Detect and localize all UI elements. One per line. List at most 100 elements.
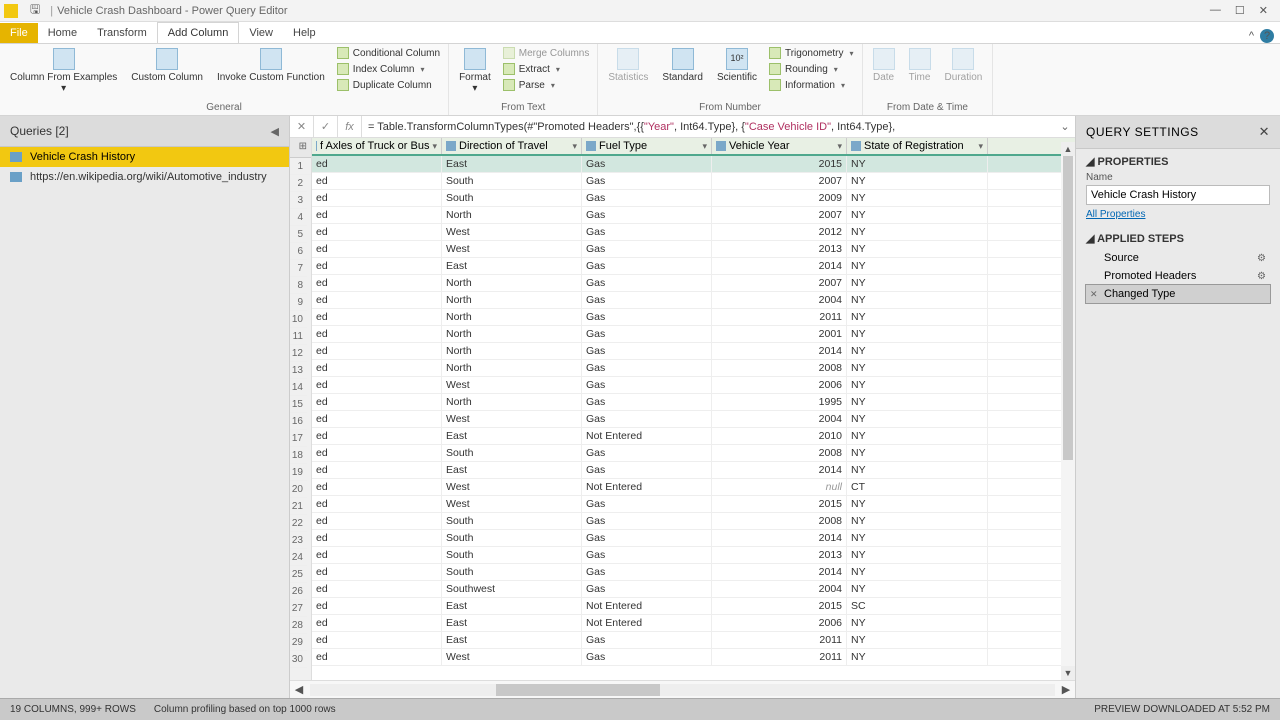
table-row[interactable]: edSouthwestGas2004NY [312,581,1075,598]
table-row[interactable]: edWestGas2012NY [312,224,1075,241]
table-row[interactable]: edSouthGas2008NY [312,445,1075,462]
close-button[interactable]: ✕ [1259,4,1268,17]
filter-icon[interactable]: ▾ [572,141,577,152]
duplicate-column-button[interactable]: Duplicate Column [335,78,442,92]
scroll-right-icon[interactable]: ▶ [1057,683,1075,696]
column-header-axles[interactable]: f Axles of Truck or Bus▾ [312,138,442,154]
table-row[interactable]: edEastNot Entered2015SC [312,598,1075,615]
maximize-button[interactable]: ☐ [1235,4,1245,17]
vertical-scrollbar[interactable]: ▲ ▼ [1061,156,1075,680]
scrollbar-thumb[interactable] [1063,156,1073,460]
table-row[interactable]: edSouthGas2014NY [312,564,1075,581]
scroll-up-icon[interactable]: ▲ [1061,142,1075,156]
table-row[interactable]: edNorthGas1995NY [312,394,1075,411]
table-row[interactable]: edNorthGas2007NY [312,207,1075,224]
table-row[interactable]: edEastNot Entered2006NY [312,615,1075,632]
minimize-button[interactable]: — [1210,4,1221,17]
column-header-direction[interactable]: Direction of Travel▾ [442,138,582,154]
query-name-input[interactable] [1086,185,1270,205]
table-row[interactable]: edEastGas2011NY [312,632,1075,649]
formula-cancel-icon[interactable]: ✕ [290,116,314,137]
table-row[interactable]: edWestGas2015NY [312,496,1075,513]
table-row[interactable]: edNorthGas2008NY [312,360,1075,377]
close-icon[interactable]: ✕ [1259,124,1270,140]
table-row[interactable]: edSouthGas2009NY [312,190,1075,207]
scroll-left-icon[interactable]: ◀ [290,683,308,696]
table-row[interactable]: edNorthGas2014NY [312,343,1075,360]
formula-dropdown-icon[interactable]: ⌄ [1055,120,1075,133]
tab-add-column[interactable]: Add Column [157,22,240,43]
trigonometry-button[interactable]: Trigonometry▾ [767,46,856,60]
table-row[interactable]: edEastGas2014NY [312,258,1075,275]
applied-step[interactable]: Source⚙ [1086,249,1270,267]
all-properties-link[interactable]: All Properties [1086,209,1145,220]
column-header-year[interactable]: Vehicle Year▾ [712,138,847,154]
scrollbar-thumb[interactable] [496,684,660,696]
help-icon[interactable]: ? [1260,29,1274,43]
date-button: Date [869,46,899,85]
table-row[interactable]: edWestGas2006NY [312,377,1075,394]
tab-transform[interactable]: Transform [87,23,157,43]
applied-step[interactable]: Changed Type [1086,285,1270,303]
parse-button[interactable]: Parse▾ [501,78,592,92]
table-row[interactable]: edWestGas2004NY [312,411,1075,428]
table-corner-icon[interactable]: ⊞ [290,138,311,158]
standard-button[interactable]: Standard [658,46,707,85]
invoke-custom-function-button[interactable]: Invoke Custom Function [213,46,329,85]
filter-icon[interactable]: ▾ [978,141,983,152]
column-from-examples-button[interactable]: Column From Examples▾ [6,46,121,96]
index-column-button[interactable]: Index Column▾ [335,62,442,76]
status-columns-rows: 19 COLUMNS, 999+ ROWS [10,704,136,715]
gear-icon[interactable]: ⚙ [1257,271,1266,282]
status-profiling: Column profiling based on top 1000 rows [154,704,336,715]
table-row[interactable]: edSouthGas2008NY [312,513,1075,530]
table-row[interactable]: edNorthGas2004NY [312,292,1075,309]
table-row[interactable]: edEastNot Entered2010NY [312,428,1075,445]
formula-bar[interactable]: = Table.TransformColumnTypes(#"Promoted … [362,120,1055,133]
custom-column-button[interactable]: Custom Column [127,46,207,85]
information-button[interactable]: Information▾ [767,78,856,92]
table-body[interactable]: edEastGas2015NYedSouthGas2007NYedSouthGa… [312,156,1075,666]
status-bar: 19 COLUMNS, 999+ ROWS Column profiling b… [0,698,1280,720]
gear-icon[interactable]: ⚙ [1257,253,1266,264]
formula-fx-icon[interactable]: fx [338,116,362,137]
query-item[interactable]: https://en.wikipedia.org/wiki/Automotive… [0,167,289,187]
conditional-column-button[interactable]: Conditional Column [335,46,442,60]
table-row[interactable]: edWestGas2013NY [312,241,1075,258]
duration-button: Duration [941,46,987,85]
tab-view[interactable]: View [239,23,283,43]
tab-help[interactable]: Help [283,23,326,43]
table-row[interactable]: edSouthGas2014NY [312,530,1075,547]
table-row[interactable]: edWestGas2011NY [312,649,1075,666]
table-row[interactable]: edNorthGas2007NY [312,275,1075,292]
table-icon [10,172,22,182]
applied-step[interactable]: Promoted Headers⚙ [1086,267,1270,285]
tab-home[interactable]: Home [38,23,87,43]
table-row[interactable]: edWestNot EnterednullCT [312,479,1075,496]
filter-icon[interactable]: ▾ [702,141,707,152]
horizontal-scrollbar[interactable]: ◀ ▶ [290,680,1075,698]
table-row[interactable]: edSouthGas2013NY [312,547,1075,564]
column-header-fuel[interactable]: Fuel Type▾ [582,138,712,154]
table-row[interactable]: edNorthGas2011NY [312,309,1075,326]
format-button[interactable]: Format▾ [455,46,495,96]
filter-icon[interactable]: ▾ [432,141,437,152]
column-header-state[interactable]: State of Registration▾ [847,138,988,154]
table-row[interactable]: edEastGas2014NY [312,462,1075,479]
extract-button[interactable]: Extract▾ [501,62,592,76]
rounding-button[interactable]: Rounding▾ [767,62,856,76]
scroll-down-icon[interactable]: ▼ [1061,666,1075,680]
query-item[interactable]: Vehicle Crash History [0,147,289,167]
queries-collapse-icon[interactable]: ◀ [271,125,279,138]
table-row[interactable]: edSouthGas2007NY [312,173,1075,190]
type-icon [316,141,317,151]
scientific-button[interactable]: 10²Scientific [713,46,761,85]
tab-file[interactable]: File [0,23,38,43]
ribbon-collapse-icon[interactable]: ^ [1249,30,1254,42]
table-row[interactable]: edNorthGas2001NY [312,326,1075,343]
save-icon[interactable]: 🖫 [30,0,40,21]
filter-icon[interactable]: ▾ [837,141,842,152]
table-row[interactable]: edEastGas2015NY [312,156,1075,173]
formula-accept-icon[interactable]: ✓ [314,116,338,137]
type-icon [586,141,596,151]
